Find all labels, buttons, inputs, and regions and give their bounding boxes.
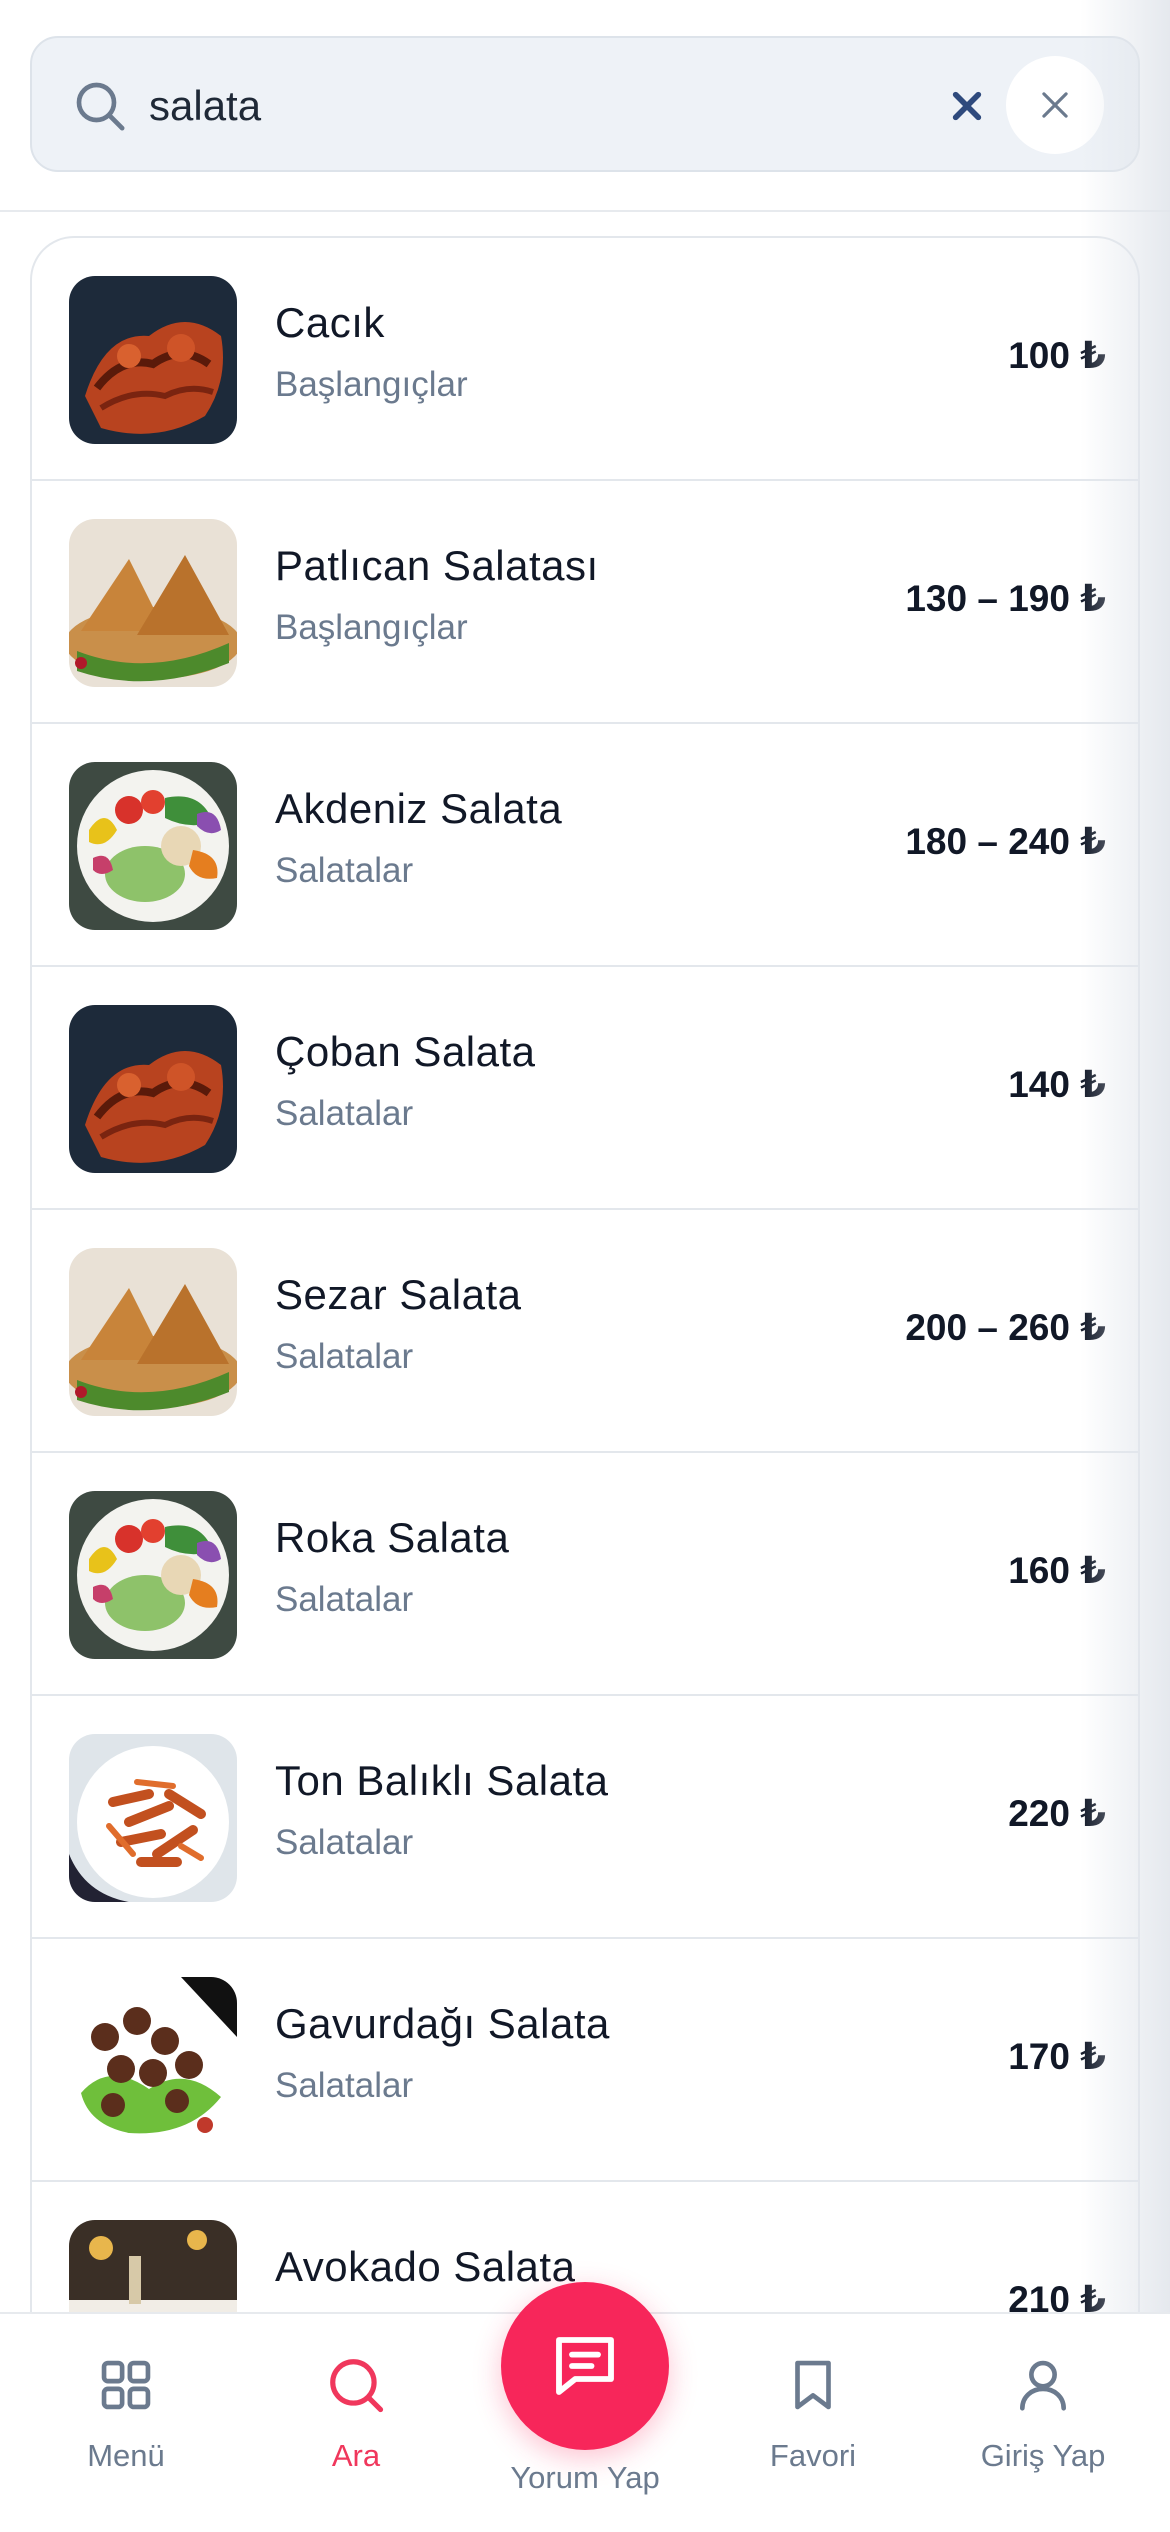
nav-item-search[interactable]: Ara xyxy=(256,2354,456,2476)
dish-name: Cacık xyxy=(275,299,385,346)
dish-price: 130 – 190 ₺ xyxy=(905,578,1106,619)
search-icon xyxy=(330,2359,384,2413)
result-list-item[interactable]: Gavurdağı Salata Salatalar 170 ₺ xyxy=(32,1939,1138,2182)
dish-name: Patlıcan Salatası xyxy=(275,542,599,589)
close-search-button[interactable] xyxy=(1006,56,1104,154)
close-icon xyxy=(1042,92,1068,118)
result-list-item[interactable]: Akdeniz Salata Salatalar 180 – 240 ₺ xyxy=(32,724,1138,967)
dish-thumbnail xyxy=(69,1005,237,1173)
dish-name: Ton Balıklı Salata xyxy=(275,1757,609,1804)
dish-price: 140 ₺ xyxy=(1008,1064,1106,1105)
user-icon xyxy=(1020,2360,1066,2411)
result-list-item[interactable]: Cacık Başlangıçlar 100 ₺ xyxy=(32,238,1138,481)
grid-icon xyxy=(101,2360,151,2410)
dish-price: 200 – 260 ₺ xyxy=(905,1307,1106,1348)
dish-category: Salatalar xyxy=(275,1337,414,1376)
nav-label-search: Ara xyxy=(331,2438,381,2473)
nav-label-login: Giriş Yap xyxy=(980,2438,1106,2473)
result-list-item[interactable]: Sezar Salata Salatalar 200 – 260 ₺ xyxy=(32,1210,1138,1453)
dish-name: Avokado Salata xyxy=(275,2243,576,2290)
nav-label-menu: Menü xyxy=(87,2438,165,2473)
search-input[interactable]: salata xyxy=(149,78,261,134)
dish-price: 160 ₺ xyxy=(1008,1550,1106,1591)
search-header: salata xyxy=(0,0,1170,212)
result-list-item[interactable]: Roka Salata Salatalar 160 ₺ xyxy=(32,1453,1138,1696)
dish-category: Salatalar xyxy=(275,1823,414,1862)
dish-thumbnail xyxy=(69,519,237,687)
dish-price: 220 ₺ xyxy=(1008,1793,1106,1834)
dish-category: Salatalar xyxy=(275,851,414,890)
result-list-item[interactable]: Çoban Salata Salatalar 140 ₺ xyxy=(32,967,1138,1210)
dish-name: Akdeniz Salata xyxy=(275,785,563,832)
dish-thumbnail xyxy=(69,1977,237,2145)
dish-name: Roka Salata xyxy=(275,1514,510,1561)
dish-price: 180 – 240 ₺ xyxy=(905,821,1106,862)
dish-thumbnail xyxy=(69,1734,237,1902)
dish-thumbnail xyxy=(69,762,237,930)
clear-search-button[interactable] xyxy=(937,76,997,136)
bookmark-icon xyxy=(795,2360,831,2410)
search-icon xyxy=(76,82,125,131)
chat-message-icon xyxy=(556,2337,614,2395)
nav-item-menu[interactable]: Menü xyxy=(26,2354,226,2476)
nav-label-review: Yorum Yap xyxy=(510,2460,660,2495)
dish-name: Gavurdağı Salata xyxy=(275,2000,610,2047)
dish-price: 170 ₺ xyxy=(1008,2036,1106,2077)
review-fab-button[interactable] xyxy=(501,2282,669,2450)
nav-item-favorites[interactable]: Favori xyxy=(713,2354,913,2476)
dish-price: 100 ₺ xyxy=(1008,335,1106,376)
search-bar[interactable]: salata xyxy=(30,36,1140,172)
result-list-item[interactable]: Ton Balıklı Salata Salatalar 220 ₺ xyxy=(32,1696,1138,1939)
dish-category: Salatalar xyxy=(275,2066,414,2105)
search-results-list: Cacık Başlangıçlar 100 ₺ Patlıcan Salatası B… xyxy=(30,236,1140,2356)
dish-thumbnail xyxy=(69,1491,237,1659)
nav-label-favorites: Favori xyxy=(769,2438,857,2473)
dish-category: Başlangıçlar xyxy=(275,365,468,404)
nav-item-login[interactable]: Giriş Yap xyxy=(943,2354,1143,2476)
dish-name: Sezar Salata xyxy=(275,1271,522,1318)
clear-icon xyxy=(952,91,982,121)
dish-category: Salatalar xyxy=(275,1580,414,1619)
dish-name: Çoban Salata xyxy=(275,1028,536,1075)
dish-category: Salatalar xyxy=(275,1094,414,1133)
dish-category: Başlangıçlar xyxy=(275,608,468,647)
dish-thumbnail xyxy=(69,1248,237,1416)
dish-thumbnail xyxy=(69,276,237,444)
result-list-item[interactable]: Patlıcan Salatası Başlangıçlar 130 – 190 ₺ xyxy=(32,481,1138,724)
